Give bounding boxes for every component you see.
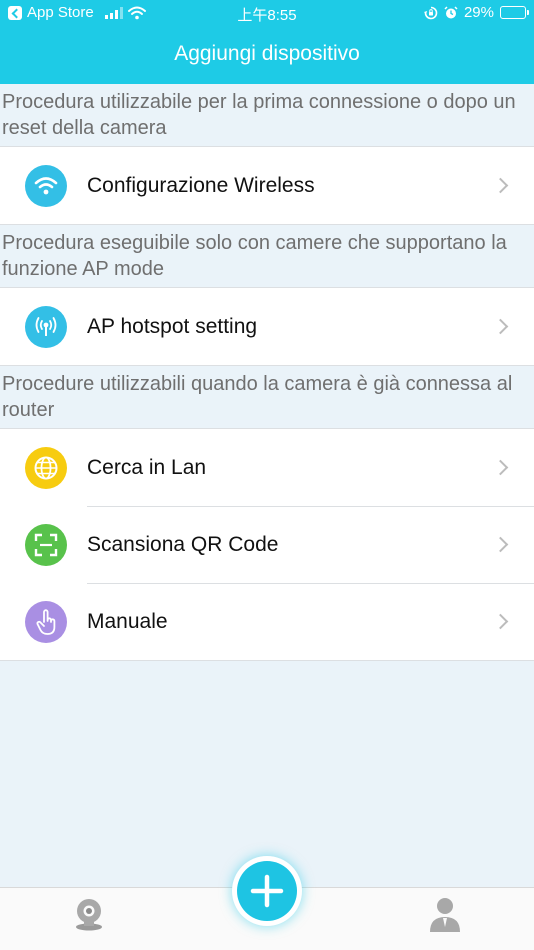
add-device-button[interactable] [232,856,302,926]
chevron-right-icon [492,613,509,630]
menu-item-search-lan[interactable]: Cerca in Lan [0,429,534,506]
orientation-lock-icon [423,6,438,19]
chevron-right-icon [492,177,509,194]
chevron-right-icon [492,536,509,553]
header-bar: App Store 上午8:55 29% Aggiungi dispositiv… [0,0,534,84]
battery-icon [500,6,529,19]
menu-item-scan-qr[interactable]: Scansiona QR Code [0,506,534,583]
plus-icon [250,874,284,908]
user-icon [430,898,460,932]
hotspot-icon [25,305,67,348]
globe-icon [25,446,67,489]
chevron-right-icon [492,318,509,335]
menu-item-label: Cerca in Lan [87,455,207,479]
menu-item-label: Manuale [87,609,168,633]
group-ap-mode: AP hotspot setting [0,287,534,366]
battery-percent: 29% [463,4,494,21]
menu-item-manual[interactable]: Manuale [0,583,534,660]
chevron-right-icon [492,459,509,476]
tab-profile[interactable] [428,896,462,937]
group-connected: Cerca in Lan Scansiona QR Code Manuale [0,428,534,661]
section-header-first-connection: Procedura utilizzabile per la prima conn… [0,84,534,146]
status-bar: App Store 上午8:55 29% [0,0,534,28]
wifi-icon [25,164,67,207]
group-first-connection: Configurazione Wireless [0,146,534,225]
page-title: Aggiungi dispositivo [174,42,360,65]
section-header-connected: Procedure utilizzabili quando la camera … [0,366,534,428]
qr-scan-icon [25,523,67,566]
menu-item-wireless-config[interactable]: Configurazione Wireless [0,147,534,224]
menu-item-label: Configurazione Wireless [87,173,315,197]
menu-item-label: AP hotspot setting [87,314,258,338]
tab-devices[interactable] [72,896,106,937]
camera-icon [76,899,102,931]
menu-item-label: Scansiona QR Code [87,532,279,556]
hand-pointer-icon [25,600,67,643]
alarm-icon [444,5,458,18]
menu-item-ap-hotspot[interactable]: AP hotspot setting [0,288,534,365]
section-header-ap-mode: Procedura eseguibile solo con camere che… [0,225,534,287]
